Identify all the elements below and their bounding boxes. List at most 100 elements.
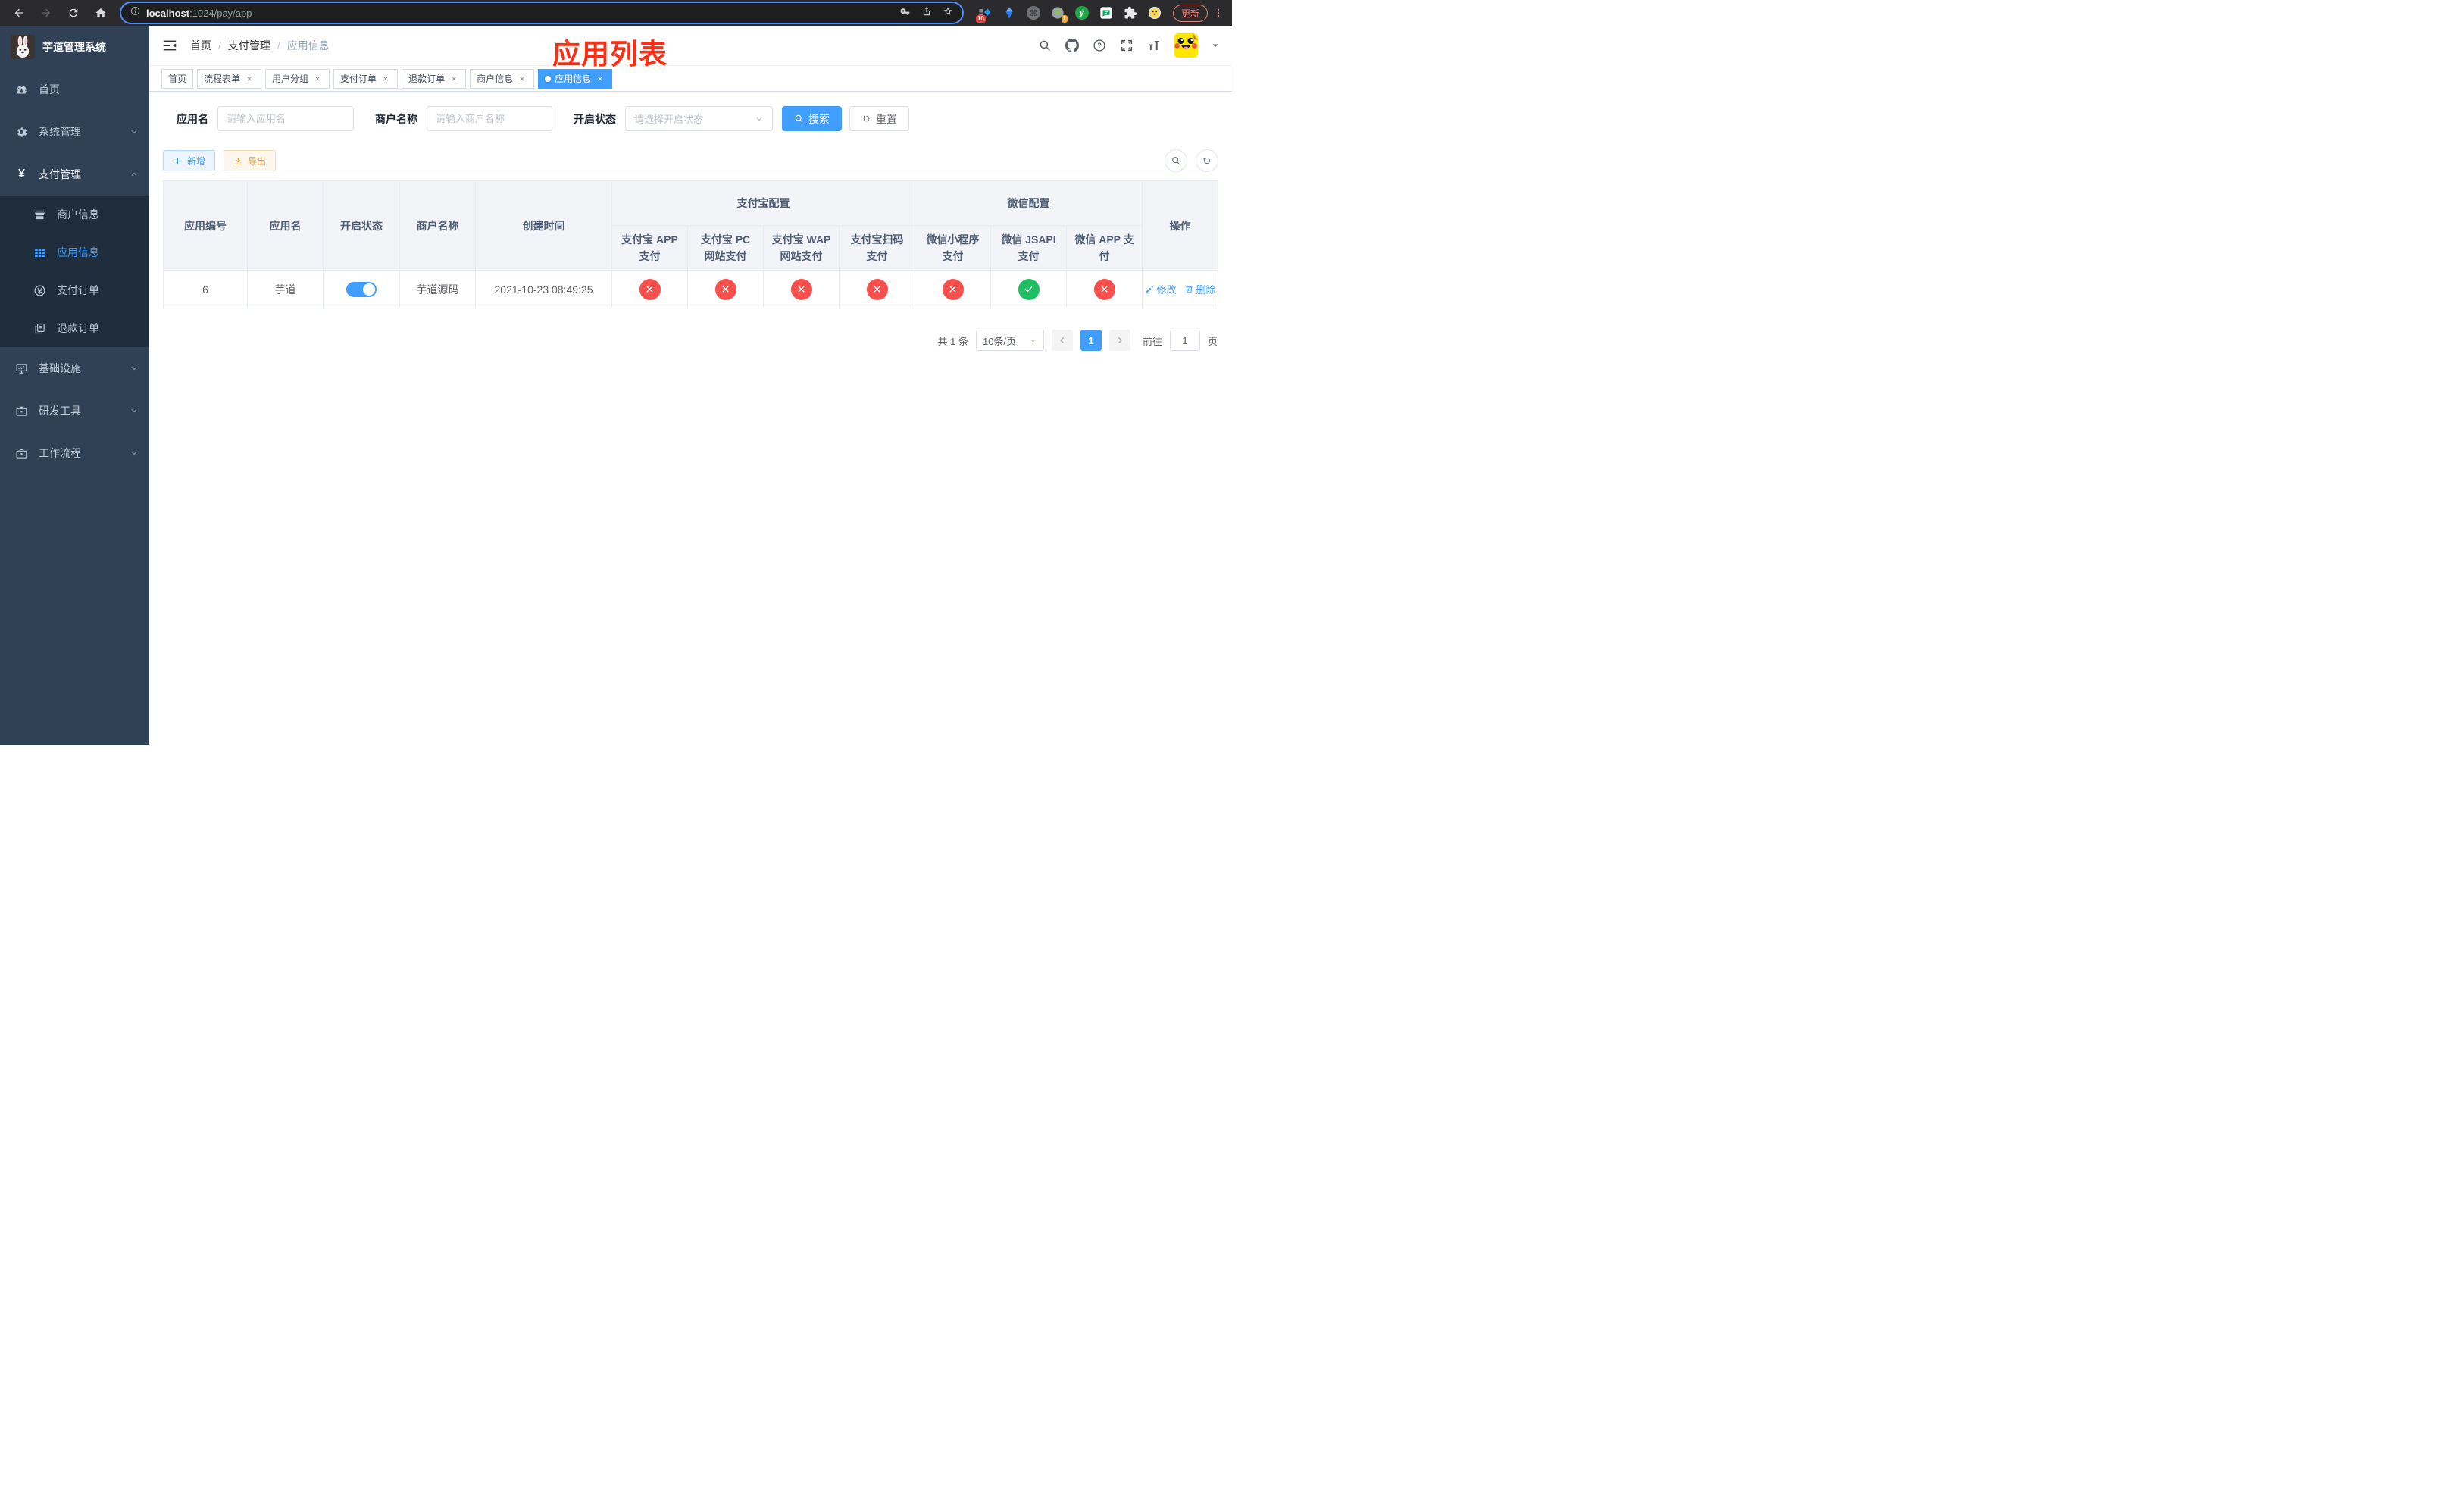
goto-label: 前往 [1142,335,1162,347]
tab-refund-orders[interactable]: 退款订单 × [402,68,467,89]
add-button[interactable]: 新增 [163,150,216,171]
extension-yudao-icon[interactable]: y [1074,5,1090,20]
close-icon[interactable]: × [595,74,605,84]
col-group-wechat: 微信配置 [914,180,1143,226]
search-button[interactable]: 搜索 [782,106,842,131]
profile-avatar-icon[interactable] [1147,5,1162,20]
sidebar-item-system[interactable]: 系统管理 [0,111,149,153]
sidebar-collapse-icon[interactable] [161,37,178,54]
sidebar: 芋道管理系统 首页 系统管理 ¥ 支付管理 商户信息 应用信息 支付订单 退款订… [0,26,149,745]
status-indicator [942,278,964,300]
browser-menu-icon[interactable] [1212,8,1224,18]
sidebar-item-workflow[interactable]: 工作流程 [0,432,149,474]
font-size-icon[interactable] [1146,39,1161,53]
yuan-circle-icon [33,284,46,297]
edit-link[interactable]: 修改 [1145,282,1177,296]
sidebar-item-pay-orders[interactable]: 支付订单 [0,271,149,309]
grid-icon [33,246,46,259]
bookmark-star-icon[interactable] [943,6,953,20]
close-icon[interactable]: × [517,74,527,84]
page-number-1[interactable]: 1 [1080,330,1102,351]
help-icon[interactable]: ? [1092,39,1106,53]
sidebar-item-merchant-info[interactable]: 商户信息 [0,196,149,233]
extensions-bar: 10 ⌘ 1 y [975,5,1162,23]
page-unit: 页 [1207,335,1218,347]
sidebar-item-label: 研发工具 [39,405,81,417]
tab-home[interactable]: 首页 [161,68,194,89]
reload-icon[interactable] [62,2,85,23]
password-key-icon[interactable] [900,6,911,20]
tab-app-info[interactable]: 应用信息 × [538,68,613,89]
merchant-name-label: 商户名称 [375,112,417,125]
home-icon[interactable] [89,2,112,23]
sidebar-item-home[interactable]: 首页 [0,68,149,111]
export-button[interactable]: 导出 [224,150,277,171]
back-icon[interactable] [8,2,30,23]
sidebar-item-infrastructure[interactable]: 基础设施 [0,347,149,390]
app-name-input[interactable] [227,113,345,124]
forward-icon[interactable] [35,2,58,23]
tab-user-group[interactable]: 用户分组 × [265,68,330,89]
close-icon[interactable]: × [380,74,391,84]
chevron-down-icon [756,117,762,121]
status-indicator [1018,278,1040,300]
sidebar-item-payment[interactable]: ¥ 支付管理 [0,153,149,196]
screen: localhost:1024/pay/app 10 ⌘ 1 y 更新 芋道管理系… [0,0,1232,745]
close-icon[interactable]: × [449,74,459,84]
cell-alipay-qr [839,270,915,308]
page-size-select[interactable]: 10条/页 [975,330,1044,351]
sidebar-item-dev-tools[interactable]: 研发工具 [0,390,149,432]
svg-text:?: ? [1097,42,1102,49]
sidebar-item-app-info[interactable]: 应用信息 [0,233,149,271]
goto-page-input[interactable] [1169,330,1200,351]
col-alipay-pc: 支付宝 PC 网站支付 [687,225,764,271]
refresh-button[interactable] [1196,149,1218,172]
extension-puzzle-icon[interactable] [1123,5,1138,20]
close-icon[interactable]: × [244,74,255,84]
chrome-update-button[interactable]: 更新 [1172,4,1208,22]
col-wx-app: 微信 APP 支付 [1065,225,1143,271]
share-icon[interactable] [921,6,932,20]
browser-toolbar: localhost:1024/pay/app 10 ⌘ 1 y 更新 [0,0,1232,26]
shop-icon [33,208,46,221]
tab-process-form[interactable]: 流程表单 × [197,68,262,89]
delete-link[interactable]: 删除 [1184,282,1216,296]
sidebar-item-label: 支付订单 [57,284,99,296]
fullscreen-icon[interactable] [1119,39,1134,53]
caret-down-icon[interactable] [1211,41,1220,50]
sidebar-item-refund-orders[interactable]: 退款订单 [0,309,149,347]
breadcrumb-home[interactable]: 首页 [190,38,211,53]
col-group-alipay: 支付宝配置 [611,180,915,226]
extension-chat-icon[interactable] [1099,5,1114,20]
status-toggle[interactable] [346,281,377,297]
user-avatar[interactable] [1174,33,1198,58]
merchant-name-input[interactable] [436,113,543,124]
top-navbar: 首页 / 支付管理 / 应用信息 ? [149,26,1232,65]
reset-button[interactable]: 重置 [849,106,909,131]
url-bar[interactable]: localhost:1024/pay/app [121,3,962,23]
col-wx-jsapi: 微信 JSAPI 支付 [990,225,1067,271]
col-app-id: 应用编号 [163,180,248,271]
bunny-logo-icon [11,35,35,59]
extension-recorder-icon[interactable]: 1 [1050,5,1068,23]
extension-badge: 1 [1061,15,1068,23]
close-icon[interactable]: × [312,74,323,84]
prev-page-button[interactable] [1051,330,1073,351]
search-icon[interactable] [1037,39,1052,53]
col-status: 开启状态 [323,180,400,271]
toggle-search-button[interactable] [1165,149,1187,172]
page-info-icon[interactable] [130,6,140,20]
sidebar-item-label: 工作流程 [39,447,81,459]
extension-command-icon[interactable]: ⌘ [1026,5,1041,20]
next-page-button[interactable] [1108,330,1130,351]
chevron-up-icon [131,172,137,176]
extension-pin-icon[interactable]: 10 [975,5,993,23]
breadcrumb-payment[interactable]: 支付管理 [228,38,270,53]
table-row: 6 芋道 芋道源码 2021-10-23 08:49:25 修改 删除 [163,270,1219,308]
document-icon [33,322,46,335]
extension-gem-icon[interactable] [1002,5,1017,20]
tab-merchant-info[interactable]: 商户信息 × [470,68,535,89]
github-icon[interactable] [1065,39,1079,53]
status-select[interactable]: 请选择开启状态 [625,106,773,131]
tab-pay-orders[interactable]: 支付订单 × [333,68,399,89]
